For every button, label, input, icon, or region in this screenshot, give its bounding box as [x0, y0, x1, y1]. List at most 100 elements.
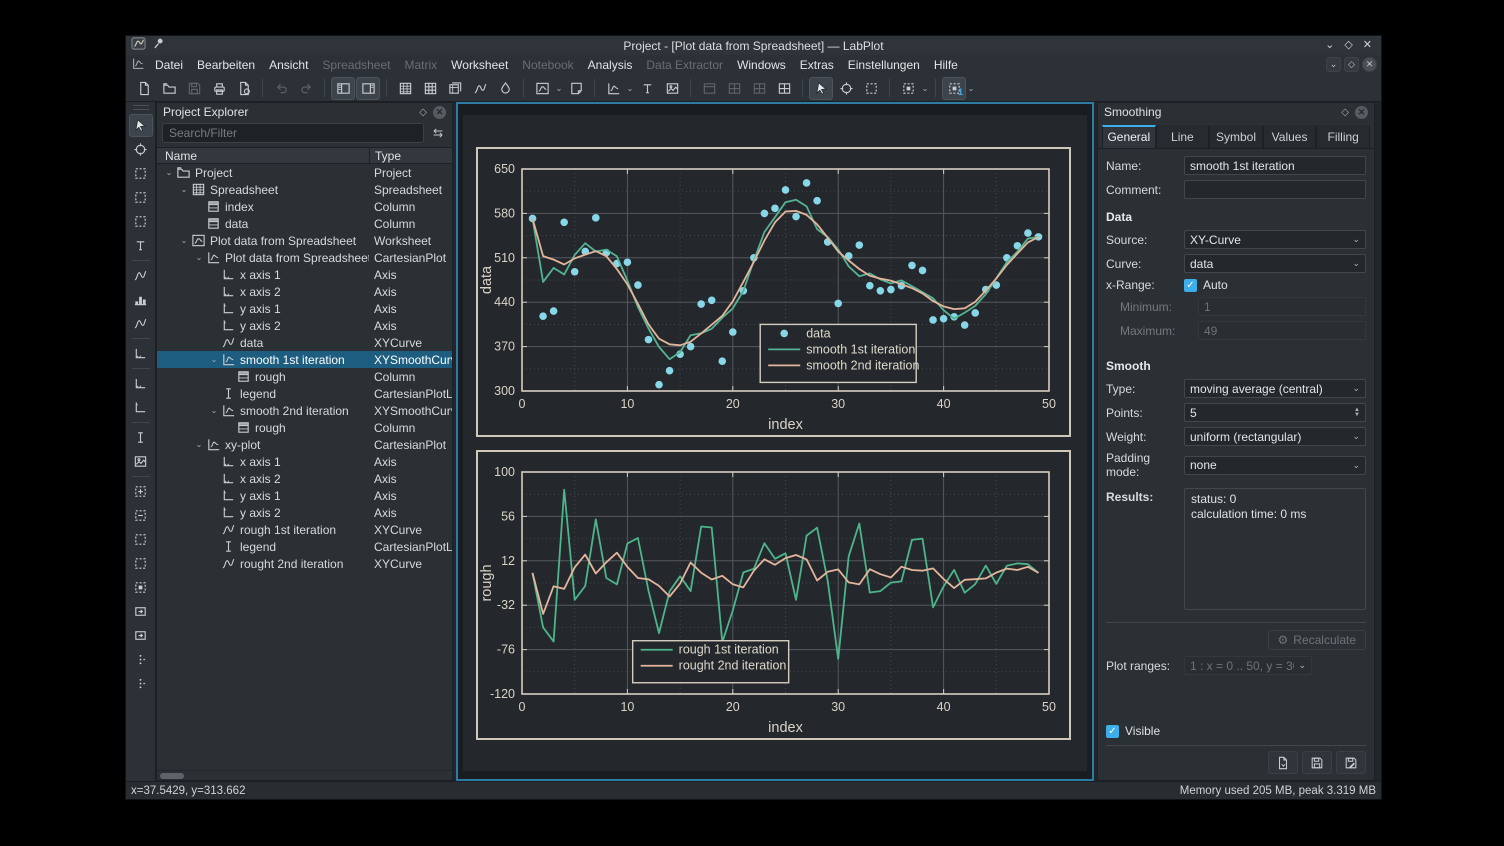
- tree-row-data[interactable]: dataColumn: [157, 215, 452, 232]
- zoom-out-button[interactable]: [129, 504, 153, 527]
- select-mode-button[interactable]: [809, 77, 833, 100]
- chevron-down-icon[interactable]: ⌄: [555, 84, 563, 93]
- expander-icon[interactable]: ⌄: [178, 236, 190, 245]
- save-button[interactable]: [1302, 751, 1332, 774]
- zoom-fit-button[interactable]: [129, 576, 153, 599]
- menu-datei[interactable]: Datei: [148, 56, 190, 74]
- add-vertical-axis-button[interactable]: [129, 396, 153, 419]
- minimize-icon[interactable]: ⌄: [1325, 36, 1334, 55]
- zoom-select-button[interactable]: [129, 162, 153, 185]
- tree-row-x-axis-2[interactable]: x axis 2Axis: [157, 470, 452, 487]
- new-spreadsheet-button[interactable]: [393, 77, 417, 100]
- mdi-child-icon[interactable]: [132, 57, 145, 73]
- new-text-label-button[interactable]: [635, 77, 659, 100]
- scrollbar-thumb[interactable]: [160, 773, 184, 779]
- add-horizontal-axis-button[interactable]: [129, 372, 153, 395]
- type-select[interactable]: moving average (central)⌄: [1184, 379, 1366, 398]
- tree-row-x-axis-1[interactable]: x axis 1Axis: [157, 266, 452, 283]
- weight-select[interactable]: uniform (rectangular)⌄: [1184, 427, 1366, 446]
- tree-row-y-axis-2[interactable]: y axis 2Axis: [157, 317, 452, 334]
- select-mode-button[interactable]: [129, 114, 153, 137]
- add-curve-button[interactable]: [129, 264, 153, 287]
- zoom-x-select-button[interactable]: [129, 186, 153, 209]
- tree-row-y-axis-2[interactable]: y axis 2Axis: [157, 504, 452, 521]
- zoom-in-button[interactable]: [129, 480, 153, 503]
- load-template-button[interactable]: [1268, 751, 1298, 774]
- float-dock-icon[interactable]: ◇: [1341, 107, 1349, 118]
- recalculate-button[interactable]: ⚙ Recalculate: [1268, 630, 1366, 650]
- menu-hilfe[interactable]: Hilfe: [927, 56, 965, 74]
- mdi-restore-icon[interactable]: ◇: [1344, 57, 1359, 72]
- tree-row-rought-2nd-iteration[interactable]: rought 2nd iterationXYCurve: [157, 555, 452, 572]
- print-preview-button[interactable]: [232, 77, 256, 100]
- spinbox-arrows-icon[interactable]: ▲▼: [1354, 408, 1360, 418]
- toolbar-drag-handle[interactable]: [133, 105, 149, 110]
- padding-mode-select[interactable]: none⌄: [1184, 456, 1366, 475]
- shift-right-x-button[interactable]: [129, 624, 153, 647]
- tree-row-plot-data-from-spreadsheet[interactable]: ⌄Plot data from SpreadsheetWorksheet: [157, 232, 452, 249]
- zoom-select-mode-button[interactable]: [859, 77, 883, 100]
- source-select[interactable]: XY-Curve⌄: [1184, 230, 1366, 249]
- new-datapicker-button[interactable]: [493, 77, 517, 100]
- visible-checkbox[interactable]: ✓ Visible: [1106, 724, 1160, 738]
- new-note-button[interactable]: [564, 77, 588, 100]
- magnification-button[interactable]: [896, 77, 920, 100]
- cursor-mode-button[interactable]: [129, 234, 153, 257]
- column-header-type[interactable]: Type: [369, 148, 452, 163]
- toggle-project-explorer-button[interactable]: [331, 77, 355, 100]
- shift-down-y-button[interactable]: [129, 672, 153, 695]
- name-field[interactable]: [1184, 156, 1366, 175]
- tree-row-spreadsheet[interactable]: ⌄SpreadsheetSpreadsheet: [157, 181, 452, 198]
- expander-icon[interactable]: ⌄: [208, 406, 220, 415]
- expander-icon[interactable]: ⌄: [193, 440, 205, 449]
- new-image-button[interactable]: [660, 77, 684, 100]
- expander-icon[interactable]: ⌄: [163, 168, 175, 177]
- tree-row-smooth-2nd-iteration[interactable]: ⌄smooth 2nd iterationXYSmoothCurve: [157, 402, 452, 419]
- chevron-down-icon[interactable]: ⌄: [626, 84, 634, 93]
- tree-row-x-axis-2[interactable]: x axis 2Axis: [157, 283, 452, 300]
- tree-row-index[interactable]: indexColumn: [157, 198, 452, 215]
- menu-ansicht[interactable]: Ansicht: [262, 56, 315, 74]
- open-document-button[interactable]: [157, 77, 181, 100]
- search-input[interactable]: [162, 123, 424, 143]
- expander-icon[interactable]: ⌄: [193, 253, 205, 262]
- new-matrix-button[interactable]: [418, 77, 442, 100]
- new-worksheet-button[interactable]: [530, 77, 554, 100]
- tree-row-x-axis-1[interactable]: x axis 1Axis: [157, 453, 452, 470]
- chevron-down-icon[interactable]: ⌄: [967, 84, 975, 93]
- tree-row-legend[interactable]: legendCartesianPlotLegend: [157, 538, 452, 555]
- float-dock-icon[interactable]: ◇: [419, 107, 427, 118]
- tab-line[interactable]: Line: [1156, 125, 1210, 148]
- add-text-label-button[interactable]: [129, 426, 153, 449]
- worksheet-view[interactable]: 01020304050300370440510580650indexdatada…: [456, 102, 1094, 781]
- tree-row-rough-1st-iteration[interactable]: rough 1st iterationXYCurve: [157, 521, 452, 538]
- auto-checkbox[interactable]: ✓ Auto: [1184, 278, 1228, 292]
- checkbox-checked-icon[interactable]: ✓: [1184, 279, 1197, 292]
- zoom-origin-button[interactable]: [129, 528, 153, 551]
- menu-worksheet[interactable]: Worksheet: [444, 56, 515, 74]
- add-image-button[interactable]: [129, 450, 153, 473]
- crosshair-mode-button[interactable]: [834, 77, 858, 100]
- column-header-name[interactable]: Name: [157, 148, 369, 163]
- add-histogram-button[interactable]: [129, 288, 153, 311]
- tree-row-xy-plot[interactable]: ⌄xy-plotCartesianPlot: [157, 436, 452, 453]
- chevron-down-icon[interactable]: ⌄: [921, 84, 929, 93]
- save-as-template-button[interactable]: [1336, 751, 1366, 774]
- filter-options-icon[interactable]: ⇆: [429, 124, 447, 142]
- maximize-icon[interactable]: ◇: [1344, 36, 1352, 55]
- new-live-data-source-button[interactable]: [468, 77, 492, 100]
- shift-up-y-button[interactable]: [129, 648, 153, 671]
- pin-icon[interactable]: [152, 37, 165, 55]
- smoothing-dock-header[interactable]: Smoothing ◇ ✕: [1098, 103, 1374, 121]
- zoom-y-select-button[interactable]: [129, 210, 153, 233]
- new-plot-button[interactable]: [601, 77, 625, 100]
- tree-row-project[interactable]: ⌄ProjectProject: [157, 164, 452, 181]
- tab-values[interactable]: Values: [1263, 125, 1317, 148]
- curve-select[interactable]: data⌄: [1184, 254, 1366, 273]
- tree-row-legend[interactable]: legendCartesianPlotLegend: [157, 385, 452, 402]
- comment-field[interactable]: [1184, 180, 1366, 199]
- tree-row-y-axis-1[interactable]: y axis 1Axis: [157, 300, 452, 317]
- new-document-button[interactable]: [132, 77, 156, 100]
- close-dock-icon[interactable]: ✕: [1355, 106, 1368, 119]
- menu-extras[interactable]: Extras: [793, 56, 841, 74]
